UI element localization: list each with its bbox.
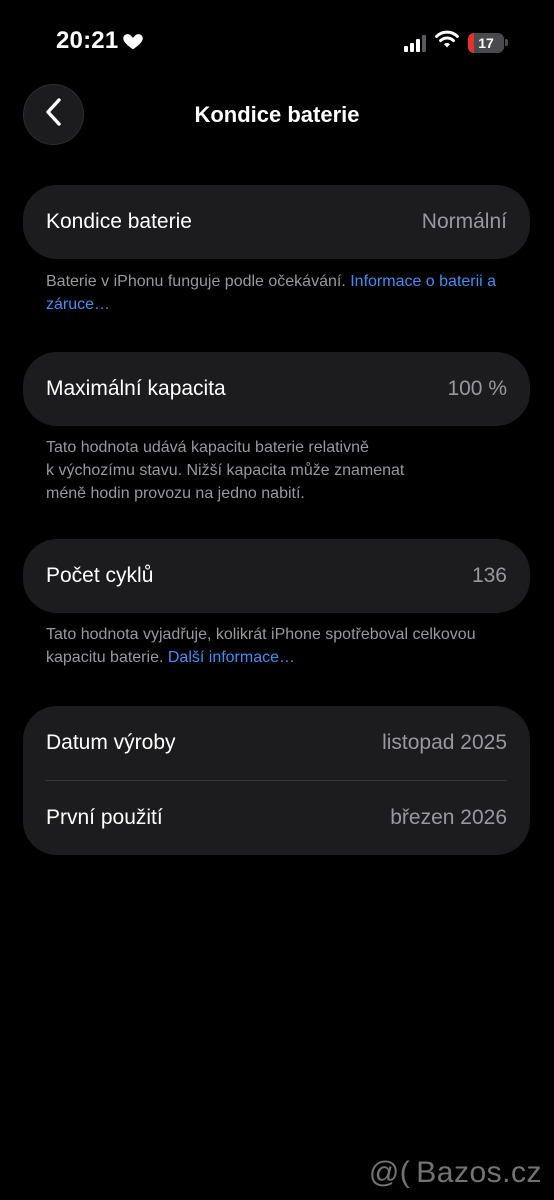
battery-health-row[interactable]: Kondice baterie Normální <box>23 185 530 259</box>
max-capacity-label: Maximální kapacita <box>46 377 226 400</box>
status-time: 20:21 <box>56 27 144 55</box>
status-time-text: 20:21 <box>56 27 119 54</box>
cellular-signal-icon <box>404 34 426 52</box>
battery-health-label: Kondice baterie <box>46 210 192 233</box>
more-info-link[interactable]: Další informace… <box>168 649 295 666</box>
page-title: Kondice baterie <box>194 102 360 127</box>
first-use-label: První použití <box>46 806 163 829</box>
max-capacity-footnote-line: k výchozímu stavu. Nižší kapacita může z… <box>46 462 405 479</box>
watermark-text: Bazos.cz <box>416 1156 542 1189</box>
max-capacity-footnote-line: Tato hodnota udává kapacitu baterie rela… <box>46 439 369 456</box>
cycle-count-value: 136 <box>471 564 507 587</box>
manufacture-date-row: Datum výroby listopad 2025 <box>23 706 530 780</box>
cycle-count-label: Počet cyklů <box>46 564 154 587</box>
battery-percent: 17 <box>478 34 494 51</box>
cycle-count-footnote: Tato hodnota vyjadřuje, kolikrát iPhone … <box>46 623 516 669</box>
status-bar: 20:21 17 <box>0 0 554 84</box>
battery-icon: 17 <box>468 32 508 53</box>
battery-health-value: Normální <box>421 210 507 233</box>
battery-health-footnote-text: Baterie v iPhonu funguje podle očekávání… <box>46 273 351 290</box>
status-indicators: 17 <box>404 30 508 55</box>
manufacture-date-label: Datum výroby <box>46 731 176 754</box>
dates-card: Datum výroby listopad 2025 První použití… <box>23 706 530 855</box>
manufacture-date-value: listopad 2025 <box>382 731 507 754</box>
max-capacity-value: 100 % <box>447 377 507 400</box>
cycle-count-card: Počet cyklů 136 <box>23 539 530 613</box>
heart-icon <box>122 30 144 52</box>
battery-health-card[interactable]: Kondice baterie Normální <box>23 185 530 259</box>
wifi-icon <box>434 30 460 55</box>
max-capacity-footnote: Tato hodnota udává kapacitu baterie rela… <box>46 436 516 505</box>
battery-health-footnote: Baterie v iPhonu funguje podle očekávání… <box>46 270 516 316</box>
watermark: @( Bazos.cz <box>369 1156 542 1190</box>
first-use-row: První použití březen 2026 <box>23 781 530 855</box>
watermark-prefix: @( <box>368 1156 411 1189</box>
first-use-value: březen 2026 <box>390 806 507 829</box>
cycle-count-row: Počet cyklů 136 <box>23 539 530 613</box>
max-capacity-row: Maximální kapacita 100 % <box>23 352 530 426</box>
max-capacity-card: Maximální kapacita 100 % <box>23 352 530 426</box>
max-capacity-footnote-line: méně hodin provozu na jedno nabití. <box>46 485 305 502</box>
